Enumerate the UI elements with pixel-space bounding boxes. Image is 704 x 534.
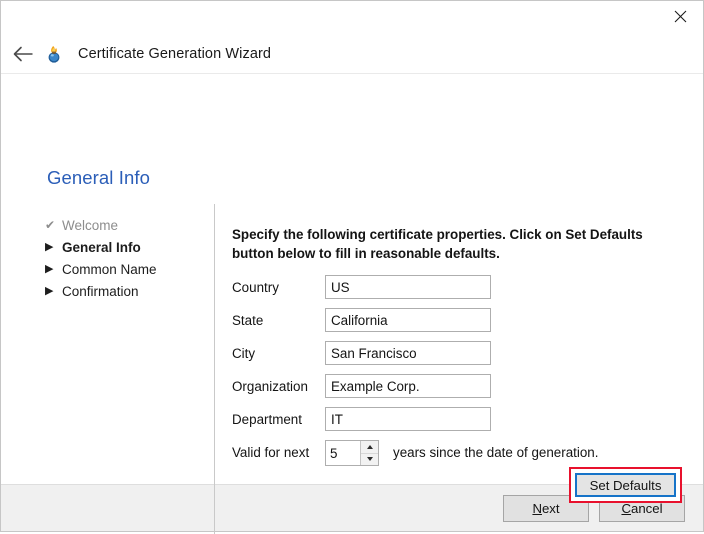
triangle-down-icon	[366, 457, 373, 462]
form-row-department: Department	[232, 407, 672, 440]
sidebar-item-label: Confirmation	[62, 283, 139, 299]
organization-label: Organization	[232, 379, 308, 394]
validity-suffix-label: years since the date of generation.	[393, 445, 599, 460]
stepper-decrement-button[interactable]	[361, 453, 378, 465]
country-input[interactable]	[325, 275, 491, 299]
organization-input[interactable]	[325, 374, 491, 398]
form-row-city: City	[232, 341, 672, 374]
sidebar-item-label: General Info	[62, 239, 141, 255]
triangle-right-icon: ▶	[45, 240, 54, 253]
title-bar: Certificate Generation Wizard	[1, 34, 703, 74]
form-row-organization: Organization	[232, 374, 672, 407]
caption-bar	[1, 1, 703, 34]
triangle-right-icon: ▶	[45, 262, 54, 275]
sidebar-item-confirmation[interactable]: ▶ Confirmation	[45, 280, 205, 302]
stepper-increment-button[interactable]	[361, 441, 378, 454]
validity-stepper[interactable]	[325, 440, 379, 466]
wizard-step-list: ✔ Welcome ▶ General Info ▶ Common Name ▶…	[45, 214, 205, 302]
back-arrow-icon	[13, 46, 32, 61]
instruction-text: Specify the following certificate proper…	[232, 227, 643, 261]
next-label-rest: ext	[541, 500, 560, 516]
form-row-state: State	[232, 308, 672, 341]
validity-years-input[interactable]	[326, 441, 360, 465]
close-button[interactable]	[657, 1, 703, 32]
department-input[interactable]	[325, 407, 491, 431]
next-accel-letter: N	[532, 500, 542, 516]
sidebar-item-label: Welcome	[62, 217, 119, 233]
wizard-window: Certificate Generation Wizard General In…	[0, 0, 704, 534]
window-title: Certificate Generation Wizard	[78, 45, 272, 62]
page-title: General Info	[47, 167, 151, 188]
set-defaults-button[interactable]: Set Defaults	[575, 473, 676, 497]
check-icon: ✔	[45, 218, 56, 232]
stepper-buttons	[360, 441, 378, 465]
sidebar-item-welcome[interactable]: ✔ Welcome	[45, 214, 205, 236]
close-icon	[674, 10, 686, 23]
panel-divider	[214, 204, 215, 534]
department-label: Department	[232, 412, 302, 427]
country-label: Country	[232, 280, 279, 295]
sidebar-item-common-name[interactable]: ▶ Common Name	[45, 258, 205, 280]
triangle-up-icon	[366, 444, 373, 449]
content-area: General Info ✔ Welcome ▶ General Info ▶ …	[1, 74, 703, 534]
certificate-properties-form: Country State City Organization Departme…	[232, 275, 672, 474]
state-input[interactable]	[325, 308, 491, 332]
triangle-right-icon: ▶	[45, 284, 54, 297]
back-button[interactable]	[4, 39, 42, 69]
sidebar-item-label: Common Name	[62, 261, 157, 277]
set-defaults-highlight-box: Set Defaults	[569, 467, 682, 503]
torch-icon	[44, 44, 64, 64]
form-row-country: Country	[232, 275, 672, 308]
state-label: State	[232, 313, 264, 328]
city-input[interactable]	[325, 341, 491, 365]
validity-label: Valid for next	[232, 445, 310, 460]
sidebar-item-general-info[interactable]: ▶ General Info	[45, 236, 205, 258]
city-label: City	[232, 346, 256, 361]
